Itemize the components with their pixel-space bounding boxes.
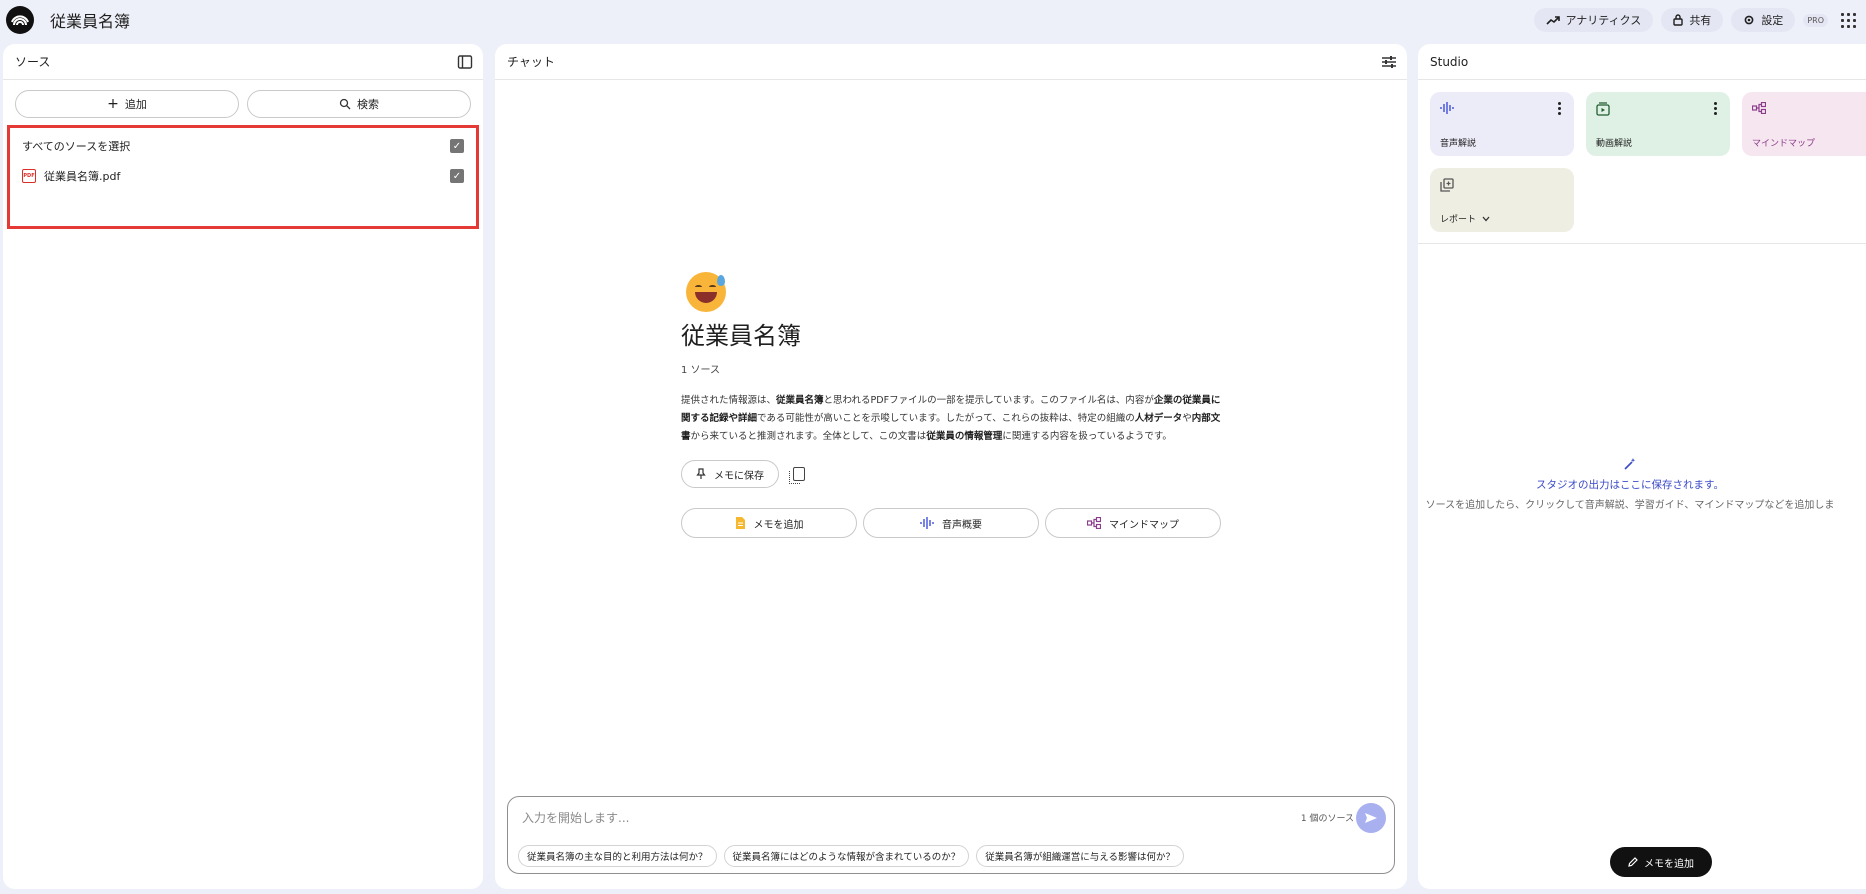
pin-icon xyxy=(696,468,706,479)
notebook-logo-icon[interactable] xyxy=(6,6,34,34)
audio-wave-icon xyxy=(920,517,934,529)
magic-wand-icon xyxy=(1624,458,1636,470)
studio-empty-title: スタジオの出力はここに保存されます。 xyxy=(1536,479,1724,491)
mindmap-tile[interactable]: マインドマップ xyxy=(1742,92,1866,156)
plus-icon: + xyxy=(107,96,119,112)
add-memo-action-label: メモを追加 xyxy=(753,519,804,531)
studio-empty-description: ソースを追加したら、クリックして音声解説、学習ガイド、マインドマップなどを追加し… xyxy=(1425,500,1835,511)
tile-label: マインドマップ xyxy=(1752,139,1816,149)
studio-divider xyxy=(1418,243,1866,244)
lock-icon xyxy=(1673,14,1684,26)
add-source-label: 追加 xyxy=(124,98,147,111)
share-label: 共有 xyxy=(1689,14,1712,27)
mindmap-icon xyxy=(1087,517,1101,529)
select-all-row[interactable]: すべてのソースを選択 ✓ xyxy=(22,135,464,157)
tune-icon[interactable] xyxy=(1381,54,1397,70)
audio-overview-label: 音声概要 xyxy=(942,519,982,531)
source-list-highlight: すべてのソースを選択 ✓ PDF 従業員名簿.pdf ✓ xyxy=(7,125,479,229)
more-vert-icon[interactable] xyxy=(1714,102,1718,115)
chat-input[interactable] xyxy=(522,807,1222,829)
send-icon xyxy=(1365,813,1377,823)
add-memo-button[interactable]: メモを追加 xyxy=(1610,847,1712,877)
audio-overview-button[interactable]: 音声概要 xyxy=(863,508,1039,538)
report-tile[interactable]: レポート xyxy=(1430,168,1574,232)
search-source-button[interactable]: 検索 xyxy=(247,90,471,118)
chat-header: チャット xyxy=(495,44,1407,80)
audio-overview-tile[interactable]: 音声解説 xyxy=(1430,92,1574,156)
audio-wave-icon xyxy=(1440,102,1454,114)
save-to-memo-label: メモに保存 xyxy=(714,470,764,482)
notebook-title[interactable]: 従業員名簿 xyxy=(50,8,130,32)
gear-icon xyxy=(1744,15,1754,25)
source-item[interactable]: PDF 従業員名簿.pdf ✓ xyxy=(22,165,464,187)
trending-up-icon xyxy=(1545,16,1560,25)
mindmap-icon xyxy=(1752,102,1766,114)
pro-badge: PRO xyxy=(1803,13,1828,27)
suggestion-chip[interactable]: 従業員名簿が組織運営に与える影響は何か？ xyxy=(976,845,1184,867)
search-sparkle-icon xyxy=(339,98,351,110)
add-memo-label: メモを追加 xyxy=(1644,858,1694,870)
pdf-icon: PDF xyxy=(22,169,36,183)
sources-panel: ソース + 追加 検索 すべてのソースを選択 ✓ PDF 従業員名簿.pdf ✓ xyxy=(3,44,483,889)
select-all-checkbox[interactable]: ✓ xyxy=(450,139,464,153)
mindmap-action-button[interactable]: マインドマップ xyxy=(1045,508,1221,538)
save-to-memo-button[interactable]: メモに保存 xyxy=(681,460,779,488)
suggestion-chip[interactable]: 従業員名簿にはどのような情報が含まれているのか？ xyxy=(723,845,970,867)
chat-input-box: 1 個のソース 従業員名簿の主な目的と利用方法は何か？ 従業員名簿にはどのような… xyxy=(507,796,1395,874)
select-all-label: すべてのソースを選択 xyxy=(22,140,131,153)
source-item-checkbox[interactable]: ✓ xyxy=(450,169,464,183)
video-icon xyxy=(1596,102,1610,116)
settings-button[interactable]: 設定 xyxy=(1731,8,1796,32)
send-button[interactable] xyxy=(1356,803,1386,833)
apps-grid-icon[interactable] xyxy=(1836,8,1860,32)
suggestion-chip[interactable]: 従業員名簿の主な目的と利用方法は何か？ xyxy=(518,845,717,867)
search-source-label: 検索 xyxy=(357,98,379,111)
studio-header: Studio xyxy=(1418,44,1866,80)
add-source-button[interactable]: + 追加 xyxy=(15,90,239,118)
input-source-count: 1 個のソース xyxy=(1300,814,1354,824)
share-button[interactable]: 共有 xyxy=(1661,8,1724,32)
add-memo-action-button[interactable]: メモを追加 xyxy=(681,508,857,538)
analytics-button[interactable]: アナリティクス xyxy=(1533,8,1654,32)
report-dropdown[interactable]: レポート xyxy=(1440,212,1490,225)
collapse-panel-icon[interactable] xyxy=(457,54,473,70)
tile-label: 音声解説 xyxy=(1440,139,1477,149)
notebook-summary: 提供された情報源は、従業員名簿と思われるPDFファイルの一部を提示しています。こ… xyxy=(681,395,1221,442)
settings-label: 設定 xyxy=(1761,14,1784,27)
top-bar: 従業員名簿 アナリティクス 共有 設定 PRO xyxy=(0,0,1866,40)
note-icon xyxy=(735,517,745,529)
chevron-down-icon xyxy=(1482,216,1490,221)
chat-panel: チャット 従業員名簿 1 ソース 提供された情報源は、従業員名簿と思われるPDF… xyxy=(495,44,1407,889)
source-count: 1 ソース xyxy=(681,365,721,376)
studio-panel: Studio 音声解説 動画解説 マインドマップ レポート スタジオの出力はここ… xyxy=(1418,44,1866,889)
video-overview-tile[interactable]: 動画解説 xyxy=(1586,92,1730,156)
tile-label: レポート xyxy=(1440,215,1477,225)
sources-title: ソース xyxy=(15,55,51,69)
studio-title: Studio xyxy=(1430,54,1469,69)
tile-label: 動画解説 xyxy=(1596,139,1633,149)
pencil-icon xyxy=(1628,857,1638,867)
copy-icon[interactable] xyxy=(789,467,805,484)
more-vert-icon[interactable] xyxy=(1558,102,1562,115)
sources-header: ソース xyxy=(3,44,483,80)
chat-title: チャット xyxy=(507,55,555,69)
studio-empty-state: スタジオの出力はここに保存されます。 ソースを追加したら、クリックして音声解説、… xyxy=(1418,456,1842,511)
analytics-label: アナリティクス xyxy=(1565,14,1642,27)
grinning-sweat-emoji-icon xyxy=(686,272,726,312)
source-item-name: 従業員名簿.pdf xyxy=(44,170,121,183)
report-icon xyxy=(1440,178,1454,192)
notebook-heading: 従業員名簿 xyxy=(681,322,801,350)
mindmap-action-label: マインドマップ xyxy=(1109,519,1179,531)
